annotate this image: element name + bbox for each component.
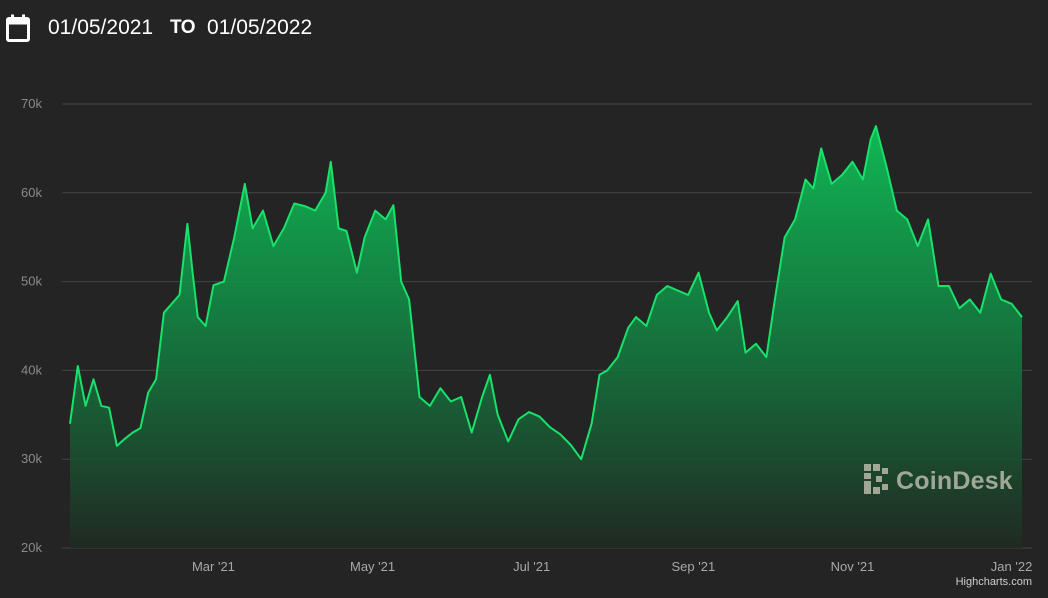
x-tick-label: Sep '21 (672, 559, 716, 574)
chart-frame: TO 20k30k40k50k60k70k Mar '21May '21Jul … (0, 0, 1048, 598)
y-tick-label: 60k (21, 185, 42, 200)
coindesk-watermark: CoinDesk (864, 464, 1013, 499)
y-tick-label: 20k (21, 540, 42, 555)
y-tick-label: 30k (21, 451, 42, 466)
y-tick-label: 70k (21, 96, 42, 111)
x-tick-label: Jan '22 (991, 559, 1033, 574)
coindesk-logo-icon (864, 464, 890, 499)
x-tick-label: May '21 (350, 559, 395, 574)
x-axis: Mar '21 May '21 Jul '21 Sep '21 Nov '21 Jan '… (192, 559, 1032, 574)
x-tick-label: Jul '21 (513, 559, 550, 574)
x-tick-label: Nov '21 (831, 559, 875, 574)
y-tick-label: 50k (21, 274, 42, 289)
coindesk-wordmark: CoinDesk (896, 467, 1013, 495)
highcharts-credit-link[interactable]: Highcharts.com (956, 576, 1032, 588)
y-tick-label: 40k (21, 362, 42, 377)
x-tick-label: Mar '21 (192, 559, 235, 574)
y-axis: 20k 30k 40k 50k 60k 70k (21, 96, 42, 555)
price-area-chart: 20k 30k 40k 50k 60k 70k Mar '21 May '21 Jul '21… (21, 96, 1032, 574)
